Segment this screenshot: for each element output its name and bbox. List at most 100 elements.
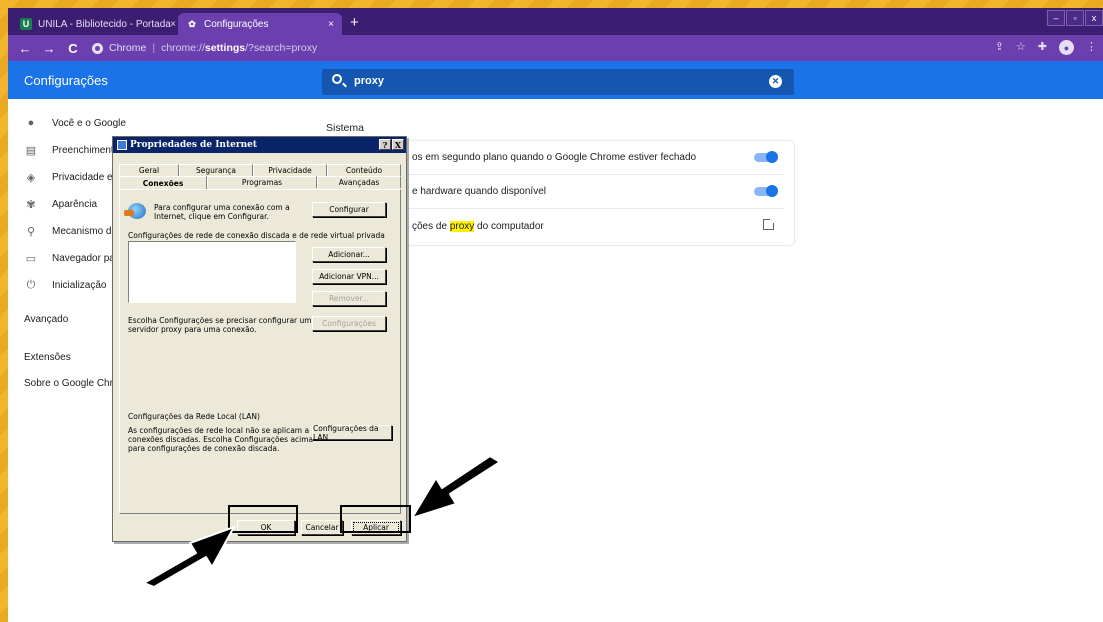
sidebar-item-label: Mecanismo de	[52, 226, 118, 237]
sidebar-item-aparencia[interactable]: ✾ Aparência	[24, 198, 97, 211]
new-tab-button[interactable]: +	[350, 14, 359, 31]
lan-header: Configurações da Rede Local (LAN)	[128, 412, 260, 421]
help-button[interactable]: ?	[379, 139, 391, 150]
tab-bar: U UNILA - Bibliotecido - Portada × ✿ Con…	[8, 8, 1103, 35]
share-icon[interactable]: ⇪	[995, 40, 1004, 55]
chrome-icon	[92, 42, 103, 54]
power-icon: ⏻	[26, 279, 36, 291]
connections-listbox[interactable]	[128, 241, 296, 303]
sidebar-item-label: Inicialização	[52, 280, 107, 291]
sidebar-item-inicializacao[interactable]: ⏻ Inicialização	[24, 279, 107, 292]
choose-text-line-1: Escolha Configurações se precisar config…	[128, 316, 312, 325]
sidebar-item-label: Privacidade e s	[52, 172, 121, 183]
setup-text-line-1: Para configurar uma conexão com a	[154, 203, 290, 212]
lan-text-line-3: para configurações de conexão discada.	[128, 444, 280, 453]
profile-avatar-icon[interactable]: ●	[1059, 40, 1074, 55]
background-apps-toggle[interactable]	[754, 151, 778, 163]
choose-text-line-2: servidor proxy para uma conexão.	[128, 325, 257, 334]
address-path-bold: settings	[204, 42, 246, 54]
configurar-button[interactable]: Configurar	[312, 202, 386, 217]
tab-seguranca[interactable]: Segurança	[179, 164, 253, 176]
clipboard-icon: ▤	[25, 145, 37, 157]
search-highlight: proxy	[449, 220, 475, 232]
tab-privacidade[interactable]: Privacidade	[253, 164, 327, 176]
tab-title: Configurações	[204, 18, 269, 30]
window-controls: – ▫ x	[1046, 10, 1103, 26]
address-query: /?search=proxy	[245, 42, 318, 54]
internet-options-icon	[117, 140, 127, 150]
dialog-tabs-front-row: Conexões Programas Avançadas	[119, 176, 401, 190]
minimize-button[interactable]: –	[1047, 10, 1065, 26]
back-button[interactable]: ←	[18, 41, 32, 56]
adicionar-button[interactable]: Adicionar...	[312, 247, 386, 262]
extensions-puzzle-icon[interactable]: ✚	[1038, 40, 1047, 55]
sidebar-item-label: Navegador pad	[52, 253, 121, 264]
dialog-title: Propriedades de Internet	[130, 140, 257, 150]
search-value: proxy	[354, 75, 384, 87]
close-tab-icon[interactable]: ×	[328, 19, 334, 30]
sidebar-item-navegador-padrao[interactable]: ▭ Navegador pad	[24, 252, 121, 265]
tab-configuracoes[interactable]: ✿ Configurações ×	[178, 13, 342, 35]
close-window-button[interactable]: x	[1085, 10, 1103, 26]
lan-text-line-2: conexões discadas. Escolha Configurações…	[128, 435, 314, 444]
lan-text-line-1: As configurações de rede local não se ap…	[128, 426, 310, 435]
globe-setup-icon	[124, 203, 146, 219]
sidebar-item-mecanismo[interactable]: ⚲ Mecanismo de	[24, 225, 117, 238]
sidebar-item-privacidade[interactable]: ◈ Privacidade e s	[24, 171, 121, 184]
sidebar-item-label: Preenchimento	[52, 145, 120, 156]
cancel-button[interactable]: Cancelar	[301, 520, 343, 535]
address-scheme-label: Chrome	[109, 42, 147, 54]
close-tab-icon[interactable]: ×	[170, 19, 176, 30]
sidebar-advanced[interactable]: Avançado	[24, 314, 68, 325]
settings-search-input[interactable]: proxy ✕	[322, 69, 794, 95]
dialog-title-bar[interactable]: Propriedades de Internet ? X	[113, 137, 406, 153]
menu-kebab-icon[interactable]: ⋮	[1086, 40, 1097, 55]
tab-conteudo[interactable]: Conteúdo	[327, 164, 401, 176]
section-title-sistema: Sistema	[326, 122, 364, 134]
browser-icon: ▭	[25, 253, 37, 265]
tab-programas[interactable]: Programas	[207, 176, 317, 188]
hardware-acceleration-toggle[interactable]	[754, 185, 778, 197]
close-dialog-button[interactable]: X	[392, 139, 404, 150]
tab-geral[interactable]: Geral	[119, 164, 179, 176]
sidebar-item-label: Você e o Google	[52, 117, 126, 129]
bookmark-star-icon[interactable]: ☆	[1016, 40, 1026, 55]
toolbar-actions: ⇪ ☆ ✚ ● ⋮	[995, 40, 1097, 55]
person-icon: ●	[27, 117, 35, 129]
sidebar-extensions[interactable]: Extensões	[24, 352, 71, 363]
configuracoes-button[interactable]: Configurações	[312, 316, 386, 331]
tab-avancadas[interactable]: Avançadas	[317, 176, 401, 188]
sidebar-item-preenchimento[interactable]: ▤ Preenchimento	[24, 144, 119, 157]
apply-highlight-box	[340, 505, 411, 533]
unila-favicon-icon: U	[20, 18, 32, 30]
clear-search-icon[interactable]: ✕	[769, 75, 782, 88]
address-host: chrome://	[161, 42, 205, 54]
forward-button[interactable]: →	[42, 41, 56, 56]
reload-button[interactable]: C	[66, 41, 80, 56]
remover-button[interactable]: Remover...	[312, 291, 386, 306]
setup-text-line-2: Internet, clique em Configurar.	[154, 212, 269, 221]
lan-settings-button[interactable]: Configurações da LAN	[312, 424, 392, 442]
adicionar-vpn-button[interactable]: Adicionar VPN...	[312, 269, 386, 284]
proxy-label-post: do computador	[474, 220, 544, 232]
connections-tab-panel: Para configurar uma conexão com a Intern…	[119, 189, 401, 514]
browser-toolbar: ← → C Chrome | chrome:// settings /?sear…	[8, 35, 1103, 61]
open-external-icon[interactable]	[763, 217, 776, 230]
palette-icon: ✾	[26, 199, 36, 211]
search-icon: ⚲	[26, 226, 36, 238]
address-bar[interactable]: Chrome | chrome:// settings /?search=pro…	[92, 38, 1092, 58]
tab-unila[interactable]: U UNILA - Bibliotecido - Portada ×	[12, 13, 184, 35]
sidebar-item-voce-e-o-google[interactable]: ● Você e o Google	[24, 117, 126, 129]
tab-conexoes[interactable]: Conexões	[119, 176, 207, 190]
settings-header: Configurações proxy ✕	[8, 61, 1103, 99]
arrow-to-apply-icon	[411, 455, 501, 519]
sidebar-item-label: Aparência	[52, 199, 98, 210]
dialog-tabs-back-row: Geral Segurança Privacidade Conteúdo	[119, 164, 401, 176]
maximize-button[interactable]: ▫	[1066, 10, 1084, 26]
page-title: Configurações	[24, 73, 108, 88]
proxy-label-pre: ções de	[412, 220, 450, 232]
arrow-to-ok-icon	[143, 526, 235, 588]
search-icon	[332, 74, 342, 84]
internet-properties-dialog: Propriedades de Internet ? X Geral Segur…	[112, 136, 407, 542]
dialog-title-buttons: ? X	[379, 139, 404, 150]
